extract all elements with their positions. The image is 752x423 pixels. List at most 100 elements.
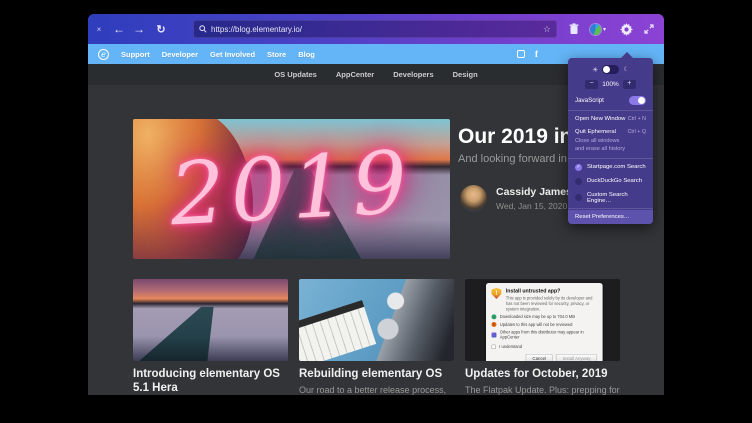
hero-article-image[interactable]: 2019 bbox=[133, 119, 450, 259]
erase-history-button[interactable] bbox=[566, 14, 582, 44]
subnav-os-updates[interactable]: OS Updates bbox=[274, 70, 317, 79]
radio-selected-icon: ✓ bbox=[575, 164, 582, 171]
menu-item-new-window[interactable]: Open New Window Ctrl + N bbox=[568, 112, 653, 125]
card-title[interactable]: Rebuilding elementary OS bbox=[299, 368, 454, 382]
zoom-in-button[interactable]: + bbox=[623, 80, 636, 89]
i-understand-checkbox[interactable] bbox=[492, 344, 496, 348]
menu-separator bbox=[568, 110, 653, 111]
card-image-robot bbox=[299, 279, 454, 361]
window-close-button[interactable]: × bbox=[92, 14, 106, 44]
back-icon: ← bbox=[113, 22, 125, 36]
article-card-rebuilding[interactable]: Rebuilding elementary OS Our road to a b… bbox=[299, 279, 454, 395]
cancel-button[interactable]: Cancel bbox=[526, 354, 553, 361]
settings-popup-menu: ☀ ☾ − 100% + JavaScript Open New Window … bbox=[568, 58, 653, 224]
card-robot-arm-shape bbox=[369, 279, 454, 361]
install-anyway-button[interactable]: Install Anyway bbox=[556, 354, 597, 361]
subnav-developers[interactable]: Developers bbox=[393, 70, 433, 79]
bookmark-star-icon[interactable]: ☆ bbox=[543, 24, 551, 35]
browser-window: × ← → ↻ ☆ ▾ bbox=[88, 14, 664, 395]
hero-image-sparkler-text: 2019 bbox=[133, 119, 450, 259]
card-subtitle: Our road to a better release process, au… bbox=[299, 385, 454, 395]
url-input[interactable] bbox=[211, 25, 543, 34]
tracker-blocker-button[interactable]: ▾ bbox=[586, 14, 610, 44]
letterbox-background: × ← → ↻ ☆ ▾ bbox=[0, 0, 752, 423]
search-option-startpage[interactable]: ✓ Startpage.com Search bbox=[568, 160, 653, 174]
tracker-pie-icon bbox=[590, 24, 601, 35]
menu-item-label: Quit Ephemeral bbox=[575, 129, 616, 135]
download-size-icon: ↓ bbox=[492, 314, 497, 319]
shortcut-label: Ctrl + Q bbox=[628, 129, 646, 135]
javascript-label: JavaScript bbox=[575, 97, 604, 104]
zoom-controls: − 100% + bbox=[568, 78, 653, 93]
nav-store[interactable]: Store bbox=[267, 50, 286, 59]
dialog-bullet: Other apps from this distributor may app… bbox=[500, 330, 597, 340]
checkbox-label: I understand bbox=[499, 344, 522, 349]
address-bar[interactable]: ☆ bbox=[193, 20, 557, 38]
search-option-custom[interactable]: Custom Search Engine… bbox=[568, 188, 653, 207]
untrusted-app-dialog: ! Install untrusted app? This app is pro… bbox=[486, 283, 603, 361]
card-title[interactable]: Introducing elementary OS 5.1 Hera bbox=[133, 368, 288, 395]
article-card-row: Introducing elementary OS 5.1 Hera A maj… bbox=[133, 279, 620, 395]
open-external-button[interactable] bbox=[640, 14, 658, 44]
resize-arrows-icon bbox=[644, 24, 654, 34]
dialog-body: This app is provided solely by its devel… bbox=[506, 296, 597, 312]
subnav-design[interactable]: Design bbox=[453, 70, 478, 79]
shortcut-label: Ctrl + N bbox=[628, 116, 646, 122]
nav-support[interactable]: Support bbox=[121, 50, 150, 59]
radio-label: Startpage.com Search bbox=[587, 164, 646, 170]
card-image-dialog: ! Install untrusted app? This app is pro… bbox=[465, 279, 620, 361]
article-card-october[interactable]: ! Install untrusted app? This app is pro… bbox=[465, 279, 620, 395]
article-card-hera[interactable]: Introducing elementary OS 5.1 Hera A maj… bbox=[133, 279, 288, 395]
reload-icon: ↻ bbox=[156, 23, 165, 36]
slack-icon[interactable] bbox=[517, 50, 525, 58]
menu-separator bbox=[568, 208, 653, 209]
nav-developer[interactable]: Developer bbox=[162, 50, 198, 59]
elementary-logo-icon[interactable]: e bbox=[98, 49, 109, 60]
close-icon: × bbox=[97, 25, 102, 34]
forward-button[interactable]: → bbox=[130, 14, 148, 44]
gear-icon bbox=[620, 23, 633, 36]
radio-label: DuckDuckGo Search bbox=[587, 178, 642, 184]
search-option-duckduckgo[interactable]: DuckDuckGo Search bbox=[568, 174, 653, 188]
facebook-icon[interactable]: f bbox=[535, 49, 538, 59]
dialog-bullet: Updates to this app will not be reviewed bbox=[500, 322, 573, 327]
card-title[interactable]: Updates for October, 2019 bbox=[465, 368, 620, 382]
menu-item-label: Open New Window bbox=[575, 116, 625, 122]
subnav-appcenter[interactable]: AppCenter bbox=[336, 70, 374, 79]
nav-blog[interactable]: Blog bbox=[298, 50, 315, 59]
forward-icon: → bbox=[133, 22, 145, 36]
zoom-out-button[interactable]: − bbox=[585, 80, 598, 89]
radio-unselected-icon bbox=[575, 178, 582, 185]
menu-item-quit[interactable]: Quit Ephemeral Ctrl + Q bbox=[568, 125, 653, 138]
back-button[interactable]: ← bbox=[110, 14, 128, 44]
search-icon bbox=[199, 25, 207, 33]
javascript-toggle-row: JavaScript bbox=[568, 93, 653, 109]
settings-button[interactable] bbox=[616, 14, 636, 44]
unreviewed-updates-icon: ! bbox=[492, 322, 497, 327]
dark-mode-icon: ☾ bbox=[623, 66, 628, 73]
appcenter-icon bbox=[492, 332, 497, 337]
radio-label: Custom Search Engine… bbox=[587, 192, 646, 204]
light-mode-icon: ☀ bbox=[592, 66, 598, 74]
dialog-title: Install untrusted app? bbox=[506, 288, 597, 294]
card-piano-shape bbox=[299, 300, 376, 361]
menu-separator bbox=[568, 158, 653, 159]
radio-unselected-icon bbox=[575, 194, 582, 201]
trash-icon bbox=[569, 23, 579, 35]
author-avatar bbox=[460, 185, 487, 212]
theme-toggle[interactable] bbox=[602, 65, 619, 74]
card-subtitle: The Flatpak Update. Plus: prepping for L… bbox=[465, 385, 620, 395]
nav-get-involved[interactable]: Get Involved bbox=[210, 50, 255, 59]
menu-item-reset-preferences[interactable]: Reset Preferences… bbox=[568, 210, 653, 224]
dialog-bullet: Downloaded size may be up to 704.0 MB bbox=[500, 314, 575, 319]
zoom-level: 100% bbox=[602, 81, 619, 88]
quit-hint-text: Close all windows and erase all history bbox=[568, 138, 634, 157]
chevron-down-icon: ▾ bbox=[603, 26, 606, 33]
warning-shield-icon: ! bbox=[492, 288, 502, 299]
card-image-pier bbox=[133, 279, 288, 361]
reload-button[interactable]: ↻ bbox=[152, 14, 170, 44]
browser-toolbar: × ← → ↻ ☆ ▾ bbox=[88, 14, 664, 44]
theme-toggle-row: ☀ ☾ bbox=[568, 62, 653, 78]
card-pier-shape bbox=[133, 279, 288, 361]
javascript-toggle[interactable] bbox=[629, 96, 646, 105]
